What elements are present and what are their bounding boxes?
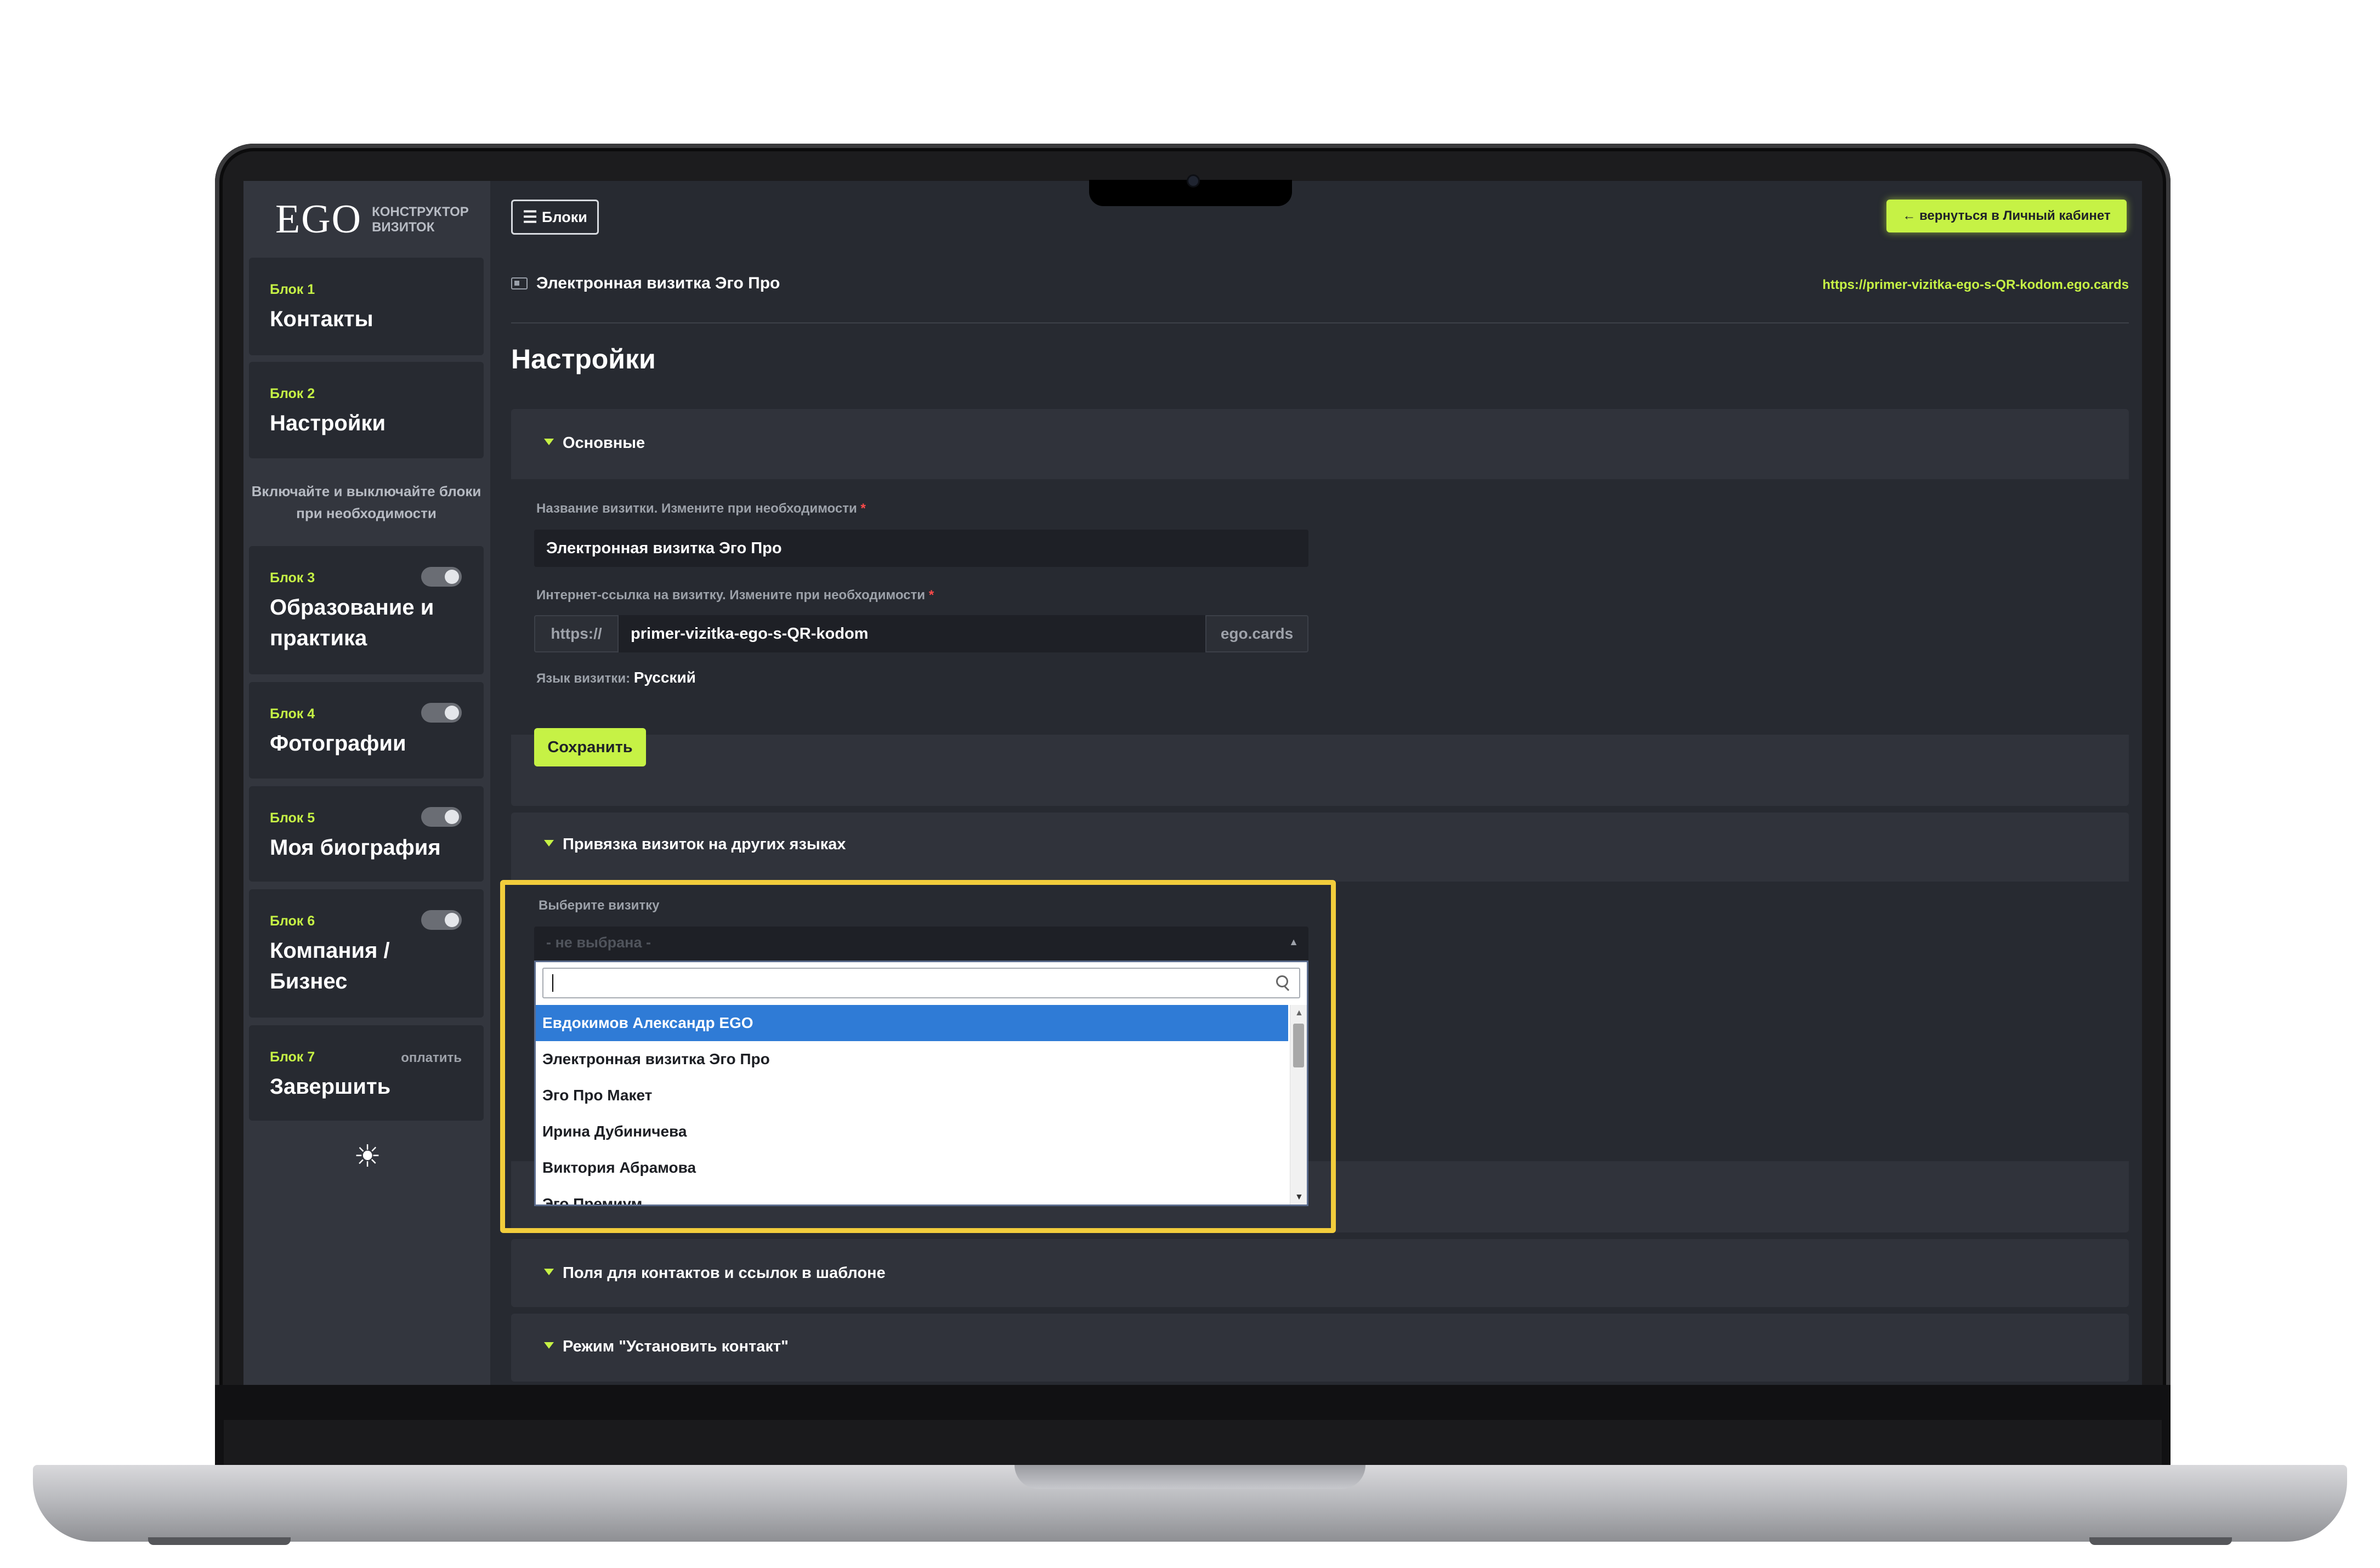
dropdown-search-input[interactable]	[542, 968, 1300, 998]
logo-subtitle: КОНСТРУКТОР ВИЗИТОК	[372, 204, 469, 235]
block-toggle[interactable]	[421, 567, 462, 587]
link-field-label: Интернет-ссылка на визитку. Измените при…	[536, 588, 934, 603]
dropdown-option[interactable]: Электронная визитка Эго Про	[536, 1041, 1288, 1077]
divider	[511, 322, 2129, 323]
required-mark: *	[928, 588, 934, 603]
select-placeholder: - не выбрана -	[546, 934, 651, 951]
block-title: Фотографии	[270, 731, 406, 755]
dropdown-option[interactable]: Евдокимов Александр EGO	[536, 1005, 1288, 1041]
scroll-down-icon[interactable]: ▼	[1295, 1192, 1304, 1202]
gear-icon[interactable]: ☀	[350, 1139, 385, 1174]
block-title: Завершить	[270, 1075, 391, 1099]
laptop-chin-strip	[224, 1420, 2162, 1467]
card-url-group: https:// primer-vizitka-ego-s-QR-kodom e…	[534, 615, 1308, 652]
scroll-up-icon[interactable]: ▲	[1295, 1008, 1304, 1018]
label-text: Интернет-ссылка на визитку. Измените при…	[536, 588, 926, 603]
panel-heading: Основные	[563, 434, 645, 452]
card-url-input[interactable]: primer-vizitka-ego-s-QR-kodom	[619, 615, 1205, 652]
camera-lens	[1187, 174, 1200, 188]
text-cursor	[552, 974, 553, 992]
sidebar-item-company[interactable]: Блок 6 Компания / Бизнес	[249, 889, 484, 1018]
select-card-dropdown[interactable]: - не выбрана - ▲	[534, 927, 1308, 961]
dropdown-options: Евдокимов Александр EGO Электронная визи…	[536, 1005, 1288, 1205]
logo[interactable]: EGO КОНСТРУКТОР ВИЗИТОК	[275, 196, 476, 243]
url-prefix: https://	[534, 615, 619, 652]
laptop-base-notch	[1015, 1465, 1365, 1489]
panel-basic-toggle[interactable]: Основные	[544, 434, 645, 452]
block-toggle[interactable]	[421, 807, 462, 827]
caret-down-icon	[544, 439, 554, 446]
panel-contact-mode: Режим "Установить контакт"	[511, 1314, 2129, 1382]
app-screen: EGO КОНСТРУКТОР ВИЗИТОК Блок 1 Контакты …	[243, 181, 2142, 1385]
logo-brand: EGO	[275, 197, 362, 242]
block-title: Образование и практика	[270, 595, 434, 650]
url-suffix: ego.cards	[1205, 615, 1308, 652]
panel-basic-body: Название визитки. Измените при необходим…	[511, 479, 2129, 735]
block-number: Блок 2	[270, 386, 315, 401]
sidebar-item-photos[interactable]: Блок 4 Фотографии	[249, 682, 484, 779]
sidebar-item-biography[interactable]: Блок 5 Моя биография	[249, 786, 484, 882]
language-label: Язык визитки:	[536, 671, 631, 686]
sidebar: EGO КОНСТРУКТОР ВИЗИТОК Блок 1 Контакты …	[243, 181, 490, 1385]
page-title: Настройки	[511, 344, 656, 374]
search-icon	[1276, 975, 1288, 987]
panel-contact-fields-toggle[interactable]: Поля для контактов и ссылок в шаблоне	[544, 1264, 886, 1282]
card-language: Язык визитки: Русский	[536, 669, 696, 686]
pay-badge: оплатить	[401, 1050, 462, 1065]
dropdown-scrollbar[interactable]: ▲ ▼	[1290, 1005, 1307, 1205]
laptop-foot-right	[2089, 1537, 2232, 1545]
required-mark: *	[860, 501, 866, 516]
panel-language-link-toggle[interactable]: Привязка визиток на других языках	[544, 836, 846, 854]
block-number: Блок 1	[270, 282, 315, 297]
save-button[interactable]: Сохранить	[534, 728, 646, 766]
sidebar-item-finish[interactable]: Блок 7 оплатить Завершить	[249, 1025, 484, 1121]
id-card-icon	[511, 277, 528, 289]
menu-icon: ☰	[523, 208, 538, 226]
block-number: Блок 6	[270, 913, 315, 929]
block-toggle[interactable]	[421, 910, 462, 930]
label-text: Название визитки. Измените при необходим…	[536, 501, 857, 516]
dropdown-menu: Евдокимов Александр EGO Электронная визи…	[534, 961, 1308, 1206]
panel-heading: Привязка визиток на других языках	[563, 836, 846, 853]
scrollbar-thumb[interactable]	[1293, 1024, 1304, 1067]
dropdown-option[interactable]: Ирина Дубиничева	[536, 1113, 1288, 1150]
panel-heading: Режим "Установить контакт"	[563, 1338, 789, 1355]
card-name: Электронная визитка Эго Про	[536, 274, 780, 292]
laptop-foot-left	[148, 1537, 291, 1545]
block-number: Блок 5	[270, 810, 315, 826]
block-toggle[interactable]	[421, 703, 462, 723]
dropdown-option[interactable]: Эго Про Макет	[536, 1077, 1288, 1113]
caret-down-icon	[544, 1342, 554, 1349]
blocks-button-label: Блоки	[542, 208, 587, 225]
caret-down-icon	[544, 1269, 554, 1276]
caret-down-icon	[544, 840, 554, 847]
block-number: Блок 7	[270, 1049, 315, 1065]
dropdown-option[interactable]: Виктория Абрамова	[536, 1150, 1288, 1186]
sidebar-item-settings[interactable]: Блок 2 Настройки	[249, 362, 484, 458]
card-url-link[interactable]: https://primer-vizitka-ego-s-QR-kodom.eg…	[1822, 277, 2129, 293]
panel-contact-mode-toggle[interactable]: Режим "Установить контакт"	[544, 1338, 789, 1356]
language-value: Русский	[633, 669, 696, 686]
sidebar-note: Включайте и выключайте блоки при необход…	[251, 483, 481, 521]
panel-basic: Основные Название визитки. Измените при …	[511, 409, 2129, 806]
panel-heading: Поля для контактов и ссылок в шаблоне	[563, 1264, 886, 1282]
card-name-input[interactable]: Электронная визитка Эго Про	[534, 530, 1308, 567]
back-to-account-button[interactable]: ← вернуться в Личный кабинет	[1886, 200, 2127, 232]
sidebar-item-education[interactable]: Блок 3 Образование и практика	[249, 546, 484, 674]
name-field-label: Название визитки. Измените при необходим…	[536, 501, 866, 516]
sidebar-item-contacts[interactable]: Блок 1 Контакты	[249, 258, 484, 355]
chevron-up-icon: ▲	[1289, 936, 1299, 947]
panel-contact-fields: Поля для контактов и ссылок в шаблоне	[511, 1239, 2129, 1307]
select-card-label: Выберите визитку	[539, 898, 660, 913]
block-number: Блок 3	[270, 570, 315, 586]
card-header: Электронная визитка Эго Про	[511, 274, 780, 293]
dropdown-option[interactable]: Эго Премиум	[536, 1186, 1288, 1205]
block-title: Компания / Бизнес	[270, 939, 390, 993]
blocks-button[interactable]: ☰ Блоки	[511, 200, 599, 235]
block-number: Блок 4	[270, 706, 315, 721]
block-title: Контакты	[270, 307, 373, 331]
block-title: Моя биография	[270, 836, 441, 860]
block-title: Настройки	[270, 411, 386, 435]
